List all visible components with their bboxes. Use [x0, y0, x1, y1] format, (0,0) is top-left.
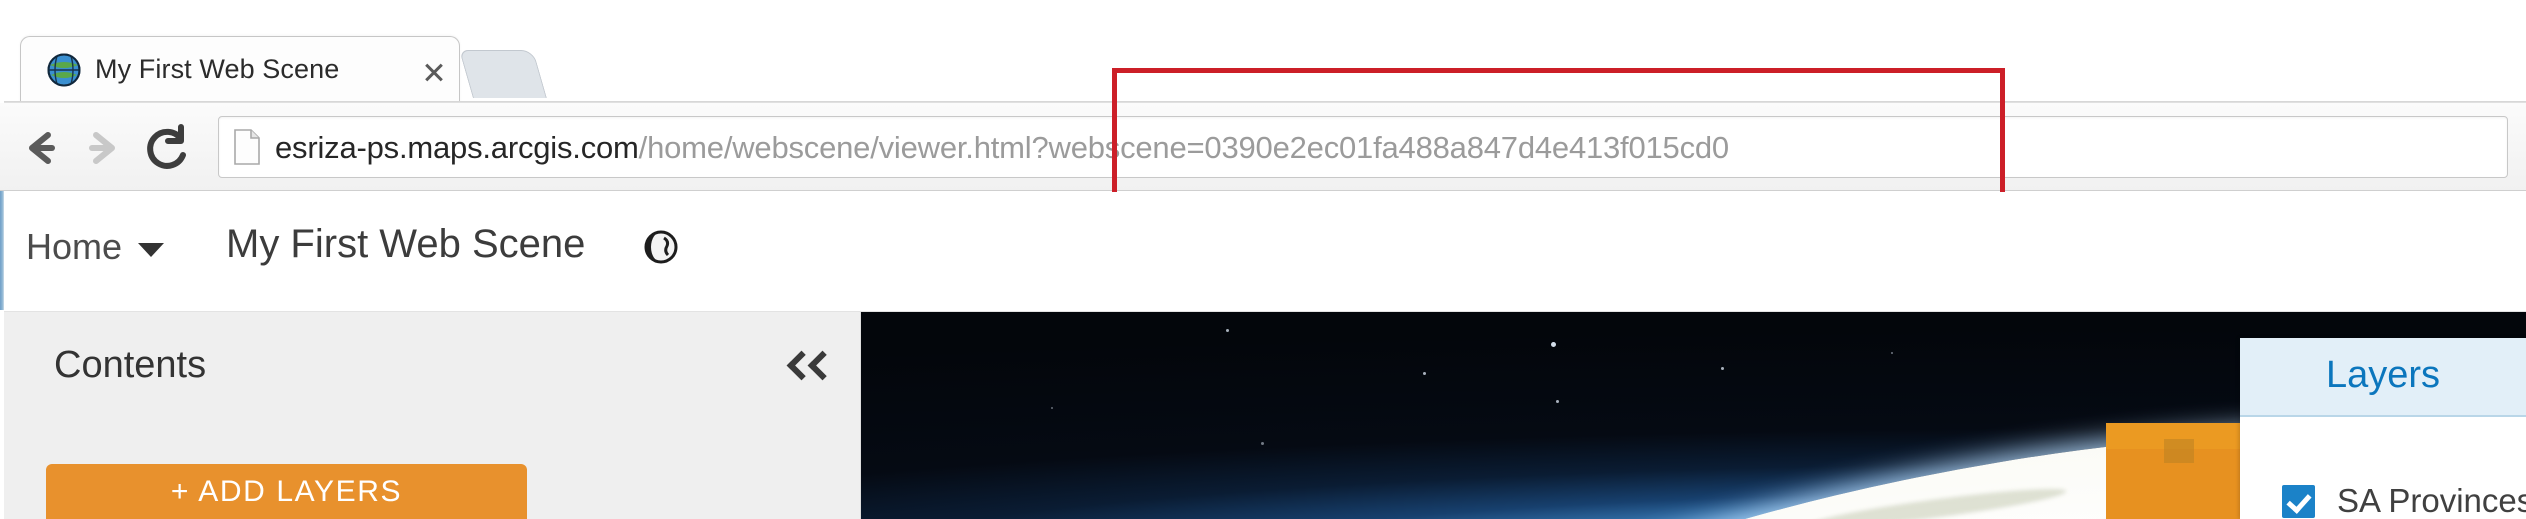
app-header: Home My First Web Scene	[4, 192, 2526, 312]
address-bar-url: esriza-ps.maps.arcgis.com/home/webscene/…	[275, 125, 1729, 171]
star	[1551, 342, 1556, 347]
browser-tab-title: My First Web Scene	[95, 54, 340, 84]
star	[1721, 367, 1724, 370]
page-document-icon	[234, 129, 260, 165]
browser-toolbar: esriza-ps.maps.arcgis.com/home/webscene/…	[0, 103, 2526, 191]
chevron-left-icon	[789, 352, 807, 380]
chevron-left-icon-2	[810, 352, 828, 380]
browser-tab-active[interactable]: My First Web Scene	[20, 36, 460, 103]
tab-close-icon[interactable]	[421, 59, 447, 85]
new-tab-button[interactable]	[459, 50, 547, 98]
globe-icon	[644, 230, 678, 264]
layers-panel: Layers SA Provinces	[2240, 338, 2526, 519]
contents-panel: Contents + ADD LAYERS	[4, 312, 861, 519]
star	[1556, 400, 1559, 403]
forward-arrow-icon	[89, 132, 115, 164]
layers-panel-header[interactable]: Layers	[2240, 338, 2526, 417]
browser-tab-strip: My First Web Scene	[0, 0, 2526, 104]
page-title: My First Web Scene	[226, 222, 586, 266]
address-bar-host: esriza-ps.maps.arcgis.com	[275, 130, 639, 165]
home-menu-label: Home	[26, 226, 123, 267]
star	[1261, 442, 1264, 445]
chevron-down-icon	[138, 243, 165, 257]
browser-window: My First Web Scene esriza-ps.maps.arcgis…	[0, 0, 2526, 519]
layers-panel-title: Layers	[2325, 354, 2441, 396]
reload-icon[interactable]	[136, 117, 198, 179]
layer-list-item[interactable]: SA Provinces	[2240, 476, 2526, 519]
contents-panel-title: Contents	[54, 344, 207, 386]
collapse-panel-button[interactable]	[789, 344, 841, 390]
star	[1051, 407, 1053, 409]
layer-name-label: SA Provinces	[2337, 482, 2526, 519]
home-menu-button[interactable]: Home	[26, 226, 165, 268]
back-arrow-icon[interactable]	[8, 117, 70, 179]
address-bar[interactable]: esriza-ps.maps.arcgis.com/home/webscene/…	[218, 116, 2508, 178]
star	[1423, 372, 1426, 375]
layer-visibility-checkbox[interactable]	[2282, 484, 2315, 518]
add-layers-button[interactable]: + ADD LAYERS	[46, 464, 527, 519]
address-bar-path: /home/webscene/viewer.html?webscene=0390…	[638, 130, 1730, 165]
star	[1226, 329, 1229, 332]
arcgis-globe-favicon	[47, 53, 81, 87]
star	[1891, 352, 1893, 354]
